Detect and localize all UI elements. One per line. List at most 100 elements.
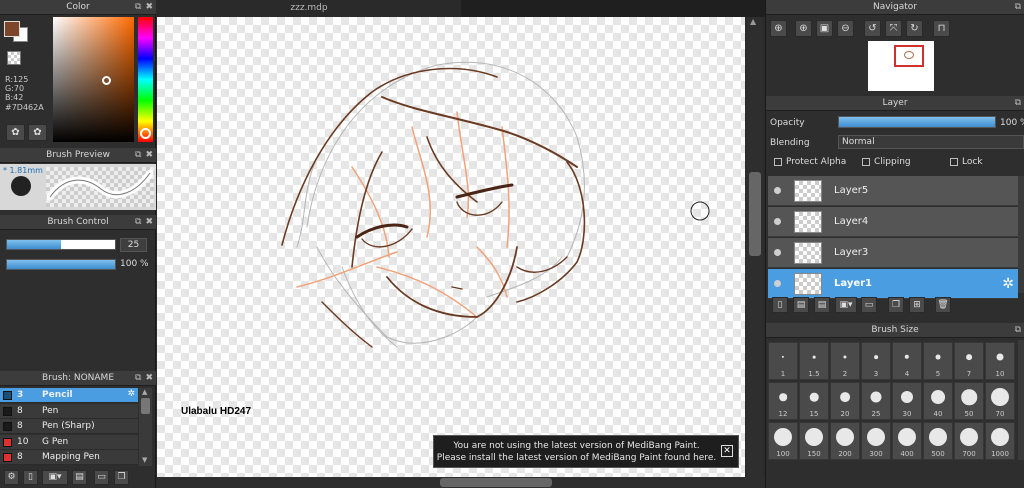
duplicate-icon[interactable]: ❐ xyxy=(114,470,129,485)
brush-size-scrollbar[interactable] xyxy=(1018,340,1024,460)
layer-row[interactable]: Layer5 xyxy=(768,176,1018,206)
clipping-checkbox[interactable] xyxy=(862,158,870,166)
layer-visibility-icon[interactable] xyxy=(774,280,781,287)
scroll-up-arrow-icon[interactable]: ▲ xyxy=(142,388,147,396)
brush-size-option[interactable]: 50 xyxy=(954,382,984,420)
brush-settings-icon[interactable]: ✲ xyxy=(127,389,135,399)
brush-size-option[interactable]: 150 xyxy=(799,422,829,460)
canvas-area[interactable]: Ulabalu HD247 You are not using the late… xyxy=(157,17,745,477)
brush-list-item[interactable]: 8 Pen xyxy=(0,403,138,419)
add-layer-menu-icon[interactable]: ▣▾ xyxy=(835,297,857,313)
brush-size-option[interactable]: 20 xyxy=(830,382,860,420)
rotate-left-icon[interactable]: ↺ xyxy=(864,20,881,37)
popout-icon[interactable]: ⧉ xyxy=(1015,0,1021,15)
brush-list-scrollbar[interactable]: ▲ ▼ xyxy=(139,388,152,466)
layer-visibility-icon[interactable] xyxy=(774,218,781,225)
brush-size-option[interactable]: 1.5 xyxy=(799,342,829,380)
delete-layer-icon[interactable]: 🗑 xyxy=(935,297,951,313)
close-icon[interactable]: ✖ xyxy=(145,0,153,15)
popout-icon[interactable]: ⧉ xyxy=(1015,96,1021,111)
primary-color-swatch[interactable] xyxy=(4,21,20,37)
brush-size-option[interactable]: 300 xyxy=(861,422,891,460)
brush-size-option[interactable]: 3 xyxy=(861,342,891,380)
close-icon[interactable]: ✖ xyxy=(145,215,153,230)
brush-size-option[interactable]: 1000 xyxy=(985,422,1015,460)
brush-size-option[interactable]: 10 xyxy=(985,342,1015,380)
duplicate-layer-icon[interactable]: ❐ xyxy=(888,297,904,313)
brush-size-option[interactable]: 200 xyxy=(830,422,860,460)
brush-size-option[interactable]: 40 xyxy=(923,382,953,420)
canvas-vertical-scroll-thumb[interactable] xyxy=(749,172,761,256)
brush-size-option[interactable]: 100 xyxy=(768,422,798,460)
layer-row[interactable]: Layer1 ✲ xyxy=(768,269,1018,299)
layer-row[interactable]: Layer3 xyxy=(768,238,1018,268)
brush-size-option[interactable]: 70 xyxy=(985,382,1015,420)
layer-folder-icon[interactable]: ▭ xyxy=(861,297,877,313)
settings-icon[interactable]: ⚙ xyxy=(4,470,19,485)
scroll-up-arrow-icon[interactable]: ▲ xyxy=(750,17,756,26)
canvas-horizontal-scroll-thumb[interactable] xyxy=(440,478,552,487)
close-icon[interactable]: ✖ xyxy=(145,371,153,386)
update-notice-line2[interactable]: Please install the latest version of Med… xyxy=(434,453,719,463)
saturation-value-picker[interactable] xyxy=(53,17,134,142)
color-picker-cursor[interactable] xyxy=(102,76,111,85)
popout-icon[interactable]: ⧉ xyxy=(135,148,141,163)
brush-list-item[interactable]: 8 Pen (Sharp) xyxy=(0,419,138,434)
hue-slider[interactable] xyxy=(138,17,153,142)
new-brush-icon[interactable]: ▯ xyxy=(23,470,38,485)
layer-opacity-slider[interactable] xyxy=(838,116,996,128)
layer-settings-icon[interactable]: ✲ xyxy=(1002,276,1014,292)
palette-icon[interactable]: ✿ xyxy=(6,124,25,141)
popout-icon[interactable]: ⧉ xyxy=(135,371,141,386)
navigator-preview[interactable] xyxy=(868,41,934,91)
brush-list-item[interactable]: 8 Mapping Pen xyxy=(0,450,138,465)
brush-size-option[interactable]: 7 xyxy=(954,342,984,380)
layer-row[interactable]: Layer4 xyxy=(768,207,1018,237)
popout-icon[interactable]: ⧉ xyxy=(135,215,141,230)
scroll-down-arrow-icon[interactable]: ▼ xyxy=(142,456,147,464)
new-halftone-layer-icon[interactable]: ▤ xyxy=(793,297,809,313)
zoom-in-plus-icon[interactable]: ⊕ xyxy=(795,20,812,37)
flip-icon[interactable]: ⤧ xyxy=(885,20,902,37)
add-brush-icon[interactable]: ▣▾ xyxy=(42,470,68,485)
popout-icon[interactable]: ⧉ xyxy=(135,0,141,15)
brush-size-option[interactable]: 15 xyxy=(799,382,829,420)
close-icon[interactable]: ✖ xyxy=(145,148,153,163)
brush-size-option[interactable]: 4 xyxy=(892,342,922,380)
brush-size-slider[interactable] xyxy=(6,239,116,250)
transparent-swatch[interactable] xyxy=(7,51,21,65)
brush-size-option[interactable]: 5 xyxy=(923,342,953,380)
layer-visibility-icon[interactable] xyxy=(774,187,781,194)
brush-size-option[interactable]: 2 xyxy=(830,342,860,380)
folder-icon[interactable]: ▭ xyxy=(94,470,109,485)
lock-view-icon[interactable]: ⊓ xyxy=(933,20,950,37)
brush-opacity-slider[interactable] xyxy=(6,259,116,270)
brush-size-option[interactable]: 500 xyxy=(923,422,953,460)
color-set-icon[interactable]: ✿ xyxy=(28,124,47,141)
brush-size-option[interactable]: 700 xyxy=(954,422,984,460)
brush-list-item[interactable]: 3 Pencil ✲ xyxy=(0,388,138,403)
canvas-vertical-scrollbar[interactable]: ▲ xyxy=(747,17,763,477)
brush-size-option[interactable]: 12 xyxy=(768,382,798,420)
layer-list-scrollbar[interactable] xyxy=(1018,176,1024,293)
new-8bit-layer-icon[interactable]: ▤ xyxy=(814,297,830,313)
zoom-out-icon[interactable]: ⊖ xyxy=(837,20,854,37)
brush-size-option[interactable]: 1 xyxy=(768,342,798,380)
fit-screen-icon[interactable]: ▣ xyxy=(816,20,833,37)
copy-brush-icon[interactable]: ▤ xyxy=(72,470,87,485)
brush-list-scroll-thumb[interactable] xyxy=(141,398,150,414)
layer-visibility-icon[interactable] xyxy=(774,249,781,256)
brush-size-option[interactable]: 25 xyxy=(861,382,891,420)
popout-icon[interactable]: ⧉ xyxy=(1015,323,1021,338)
brush-size-option[interactable]: 30 xyxy=(892,382,922,420)
lock-checkbox[interactable] xyxy=(950,158,958,166)
brush-size-option[interactable]: 400 xyxy=(892,422,922,460)
blending-select[interactable]: Normal xyxy=(838,135,1024,149)
brush-list-item[interactable]: 10 G Pen xyxy=(0,434,138,450)
update-notice[interactable]: You are not using the latest version of … xyxy=(433,435,739,468)
protect-alpha-checkbox[interactable] xyxy=(774,158,782,166)
merge-layer-icon[interactable]: ⊞ xyxy=(909,297,925,313)
hue-cursor[interactable] xyxy=(140,128,151,139)
brush-size-value[interactable]: 25 xyxy=(120,238,147,252)
rotate-right-icon[interactable]: ↻ xyxy=(906,20,923,37)
